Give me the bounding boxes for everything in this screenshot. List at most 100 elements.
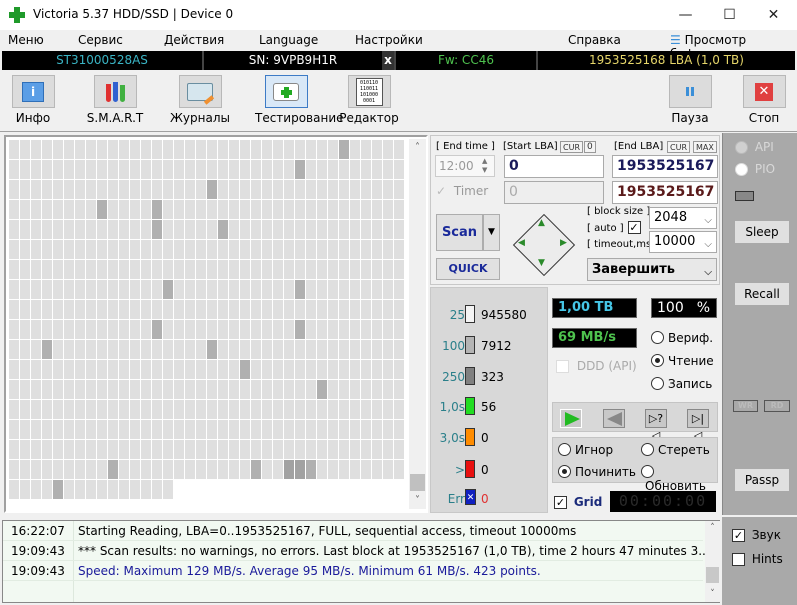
start-lba-input[interactable]: 0 xyxy=(504,155,604,178)
grid-block xyxy=(284,360,294,379)
menu-service[interactable]: Сервис xyxy=(78,33,123,47)
butterfly-button[interactable]: ▷|◁ xyxy=(687,409,709,442)
grid-block xyxy=(361,440,371,459)
grid-block xyxy=(361,320,371,339)
scroll-down-icon[interactable]: ˅ xyxy=(705,589,720,599)
scroll-thumb[interactable] xyxy=(706,567,719,583)
grid-block xyxy=(31,360,41,379)
editor-button[interactable]: 010110 110011 101000 0001 Редактор xyxy=(338,75,400,125)
grid-block xyxy=(361,140,371,159)
close-button[interactable]: ✕ xyxy=(751,0,796,30)
sleep-button[interactable]: Sleep xyxy=(735,221,789,243)
ddd-api-checkbox[interactable]: DDD (API) xyxy=(556,359,637,373)
scan-button[interactable]: Scan xyxy=(436,214,483,251)
start-cur-button[interactable]: CUR xyxy=(560,141,583,153)
menu-help[interactable]: Справка xyxy=(568,33,621,47)
action-erase-radio[interactable]: Стереть xyxy=(641,442,710,457)
grid-block xyxy=(372,440,382,459)
latency-label: 100 xyxy=(442,339,465,353)
scroll-down-icon[interactable]: ˅ xyxy=(409,492,426,509)
arrow-down-icon[interactable]: ▼ xyxy=(538,258,545,268)
info-button[interactable]: i Инфо xyxy=(2,75,64,125)
grid-block xyxy=(295,280,305,299)
scroll-thumb[interactable] xyxy=(410,474,425,491)
scroll-up-icon[interactable]: ˄ xyxy=(409,139,426,156)
end-lba-input[interactable]: 1953525167 xyxy=(612,155,718,178)
grid-block xyxy=(31,260,41,279)
grid-block xyxy=(306,240,316,259)
sound-checkbox[interactable]: ✓ Звук xyxy=(732,528,781,542)
grid-block xyxy=(394,260,404,279)
title-bar: Victoria 5.37 HDD/SSD | Device 0 — ☐ ✕ xyxy=(0,0,797,30)
pause-button[interactable]: Пауза xyxy=(659,75,721,125)
api-radio[interactable]: API xyxy=(735,140,774,154)
close-device-button[interactable]: x xyxy=(382,51,396,70)
arrow-left-icon[interactable]: ◀ xyxy=(518,238,525,248)
end-max-button[interactable]: MAX xyxy=(693,141,717,153)
grid-block xyxy=(64,300,74,319)
grid-block xyxy=(229,300,239,319)
action-ignore-radio[interactable]: Игнор xyxy=(558,442,613,457)
menu-language[interactable]: Language xyxy=(259,33,318,47)
action-repair-radio[interactable]: Починить xyxy=(558,464,636,479)
grid-block xyxy=(328,140,338,159)
mode-verify-radio[interactable]: Вериф. xyxy=(651,330,713,345)
end-time-field[interactable]: 12:00 ▲ ▼ xyxy=(435,155,495,177)
end-time-value: 12:00 xyxy=(439,159,474,173)
medkit-icon xyxy=(264,75,308,108)
latency-swatch xyxy=(465,336,475,354)
smart-button[interactable]: S.M.A.R.T xyxy=(84,75,146,125)
maximize-button[interactable]: ☐ xyxy=(707,0,752,30)
end-cur-button[interactable]: CUR xyxy=(667,141,690,153)
stop-button[interactable]: ✕ Стоп xyxy=(733,75,795,125)
grid-block xyxy=(86,480,96,499)
grid-block xyxy=(207,200,217,219)
auto-checkbox[interactable]: [ auto ] ✓ xyxy=(587,220,641,234)
map-scrollbar[interactable]: ˄ ˅ xyxy=(409,139,426,509)
mode-write-radio[interactable]: Запись xyxy=(651,376,712,391)
grid-block xyxy=(240,300,250,319)
grid-block xyxy=(174,240,184,259)
grid-block xyxy=(196,220,206,239)
time-spinner-icon[interactable]: ▲ ▼ xyxy=(482,157,487,175)
hints-checkbox[interactable]: Hints xyxy=(732,552,783,566)
menu-actions[interactable]: Действия xyxy=(164,33,224,47)
grid-block xyxy=(251,440,261,459)
grid-block xyxy=(328,220,338,239)
grid-block xyxy=(86,300,96,319)
testing-button[interactable]: Тестирование xyxy=(255,75,344,125)
quick-button[interactable]: QUICK xyxy=(436,258,500,280)
start-zero-button[interactable]: 0 xyxy=(584,141,596,153)
scan-dropdown-icon[interactable]: ▼ xyxy=(483,214,500,251)
play-backward-button[interactable] xyxy=(603,409,625,428)
grid-block xyxy=(240,280,250,299)
logs-button[interactable]: Журналы xyxy=(169,75,231,125)
menu-bar: Меню Сервис Действия Language Настройки … xyxy=(0,30,797,61)
grid-block xyxy=(163,340,173,359)
play-forward-button[interactable] xyxy=(560,409,582,428)
grid-block xyxy=(262,380,272,399)
finish-action-select[interactable]: Завершить ⌵ xyxy=(587,258,717,281)
menu-main[interactable]: Меню xyxy=(8,33,44,47)
menu-settings[interactable]: Настройки xyxy=(355,33,423,47)
block-size-select[interactable]: 2048 ⌵ xyxy=(649,207,717,229)
mode-read-radio[interactable]: Чтение xyxy=(651,353,714,368)
log-scrollbar[interactable]: ˄ ˅ xyxy=(705,521,720,602)
grid-block xyxy=(130,400,140,419)
timer-checkbox[interactable]: ✓ Timer xyxy=(436,184,488,198)
grid-block xyxy=(42,340,52,359)
grid-block xyxy=(273,460,283,479)
action-refresh-radio[interactable]: Обновить xyxy=(641,464,717,493)
recall-button[interactable]: Recall xyxy=(735,283,789,305)
random-seek-button[interactable]: ▷?◁ xyxy=(645,409,667,442)
passp-button[interactable]: Passp xyxy=(735,469,789,491)
timeout-select[interactable]: 10000 ⌵ xyxy=(649,231,717,253)
grid-checkbox[interactable]: ✓ Grid xyxy=(554,495,602,509)
arrow-right-icon[interactable]: ▶ xyxy=(560,238,567,248)
scroll-up-icon[interactable]: ˄ xyxy=(705,523,720,533)
mode-verify-label: Вериф. xyxy=(668,330,714,345)
grid-block xyxy=(262,440,272,459)
arrow-up-icon[interactable]: ▲ xyxy=(538,218,545,228)
pio-radio[interactable]: PIO xyxy=(735,162,775,176)
minimize-button[interactable]: — xyxy=(663,0,708,30)
